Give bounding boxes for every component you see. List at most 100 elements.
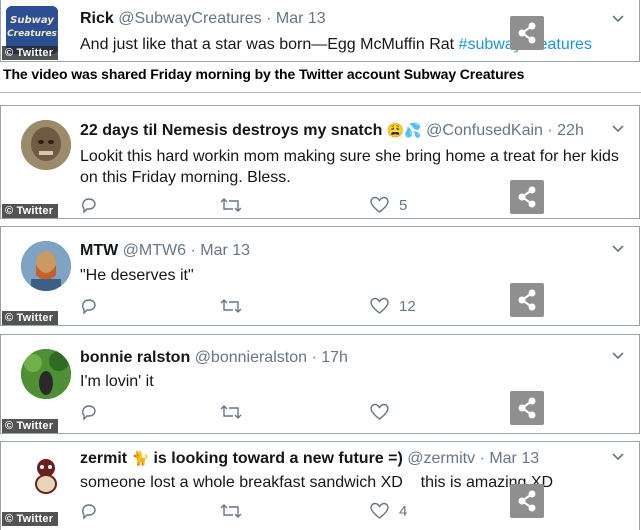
tweet-actions	[80, 401, 440, 423]
tweet-card-bonnieralston[interactable]: bonnie ralston @bonnieralston · 17h I'm …	[0, 334, 640, 434]
like-button[interactable]: 5	[370, 194, 407, 216]
tweet-actions: 5	[80, 194, 440, 216]
reply-icon	[82, 198, 96, 214]
reply-button[interactable]	[80, 401, 108, 423]
separator: ·	[190, 242, 196, 259]
tweet-text: Lookit this hard workin mom making sure …	[80, 148, 619, 186]
tweet-text: I'm lovin' it	[80, 373, 154, 390]
share-icon	[518, 490, 536, 512]
timestamp[interactable]: Mar 13	[276, 10, 326, 27]
retweet-button[interactable]	[220, 401, 252, 423]
bonnie-avatar-icon	[21, 349, 71, 399]
heart-icon	[370, 297, 389, 314]
display-name[interactable]: bonnie ralston	[80, 349, 190, 366]
heart-icon	[370, 196, 389, 213]
tweet-actions: 4	[80, 500, 440, 522]
separator: ·	[479, 450, 485, 467]
watermark: © Twitter	[2, 46, 59, 60]
reply-icon	[82, 299, 96, 315]
like-button[interactable]	[370, 401, 399, 423]
retweet-button[interactable]	[220, 194, 252, 216]
share-icon	[518, 186, 536, 208]
tweet-card-rick[interactable]: Subway Creatures Rick @SubwayCreatures ·…	[0, 0, 640, 62]
name-emoji: 😩💦	[386, 122, 422, 138]
article-caption: The video was shared Friday morning by t…	[3, 66, 525, 82]
reply-icon	[82, 504, 96, 520]
avatar[interactable]	[21, 241, 71, 291]
timestamp[interactable]: Mar 13	[200, 242, 250, 259]
handle[interactable]: @SubwayCreatures	[118, 10, 261, 27]
reply-button[interactable]	[80, 500, 108, 522]
like-button[interactable]: 12	[370, 295, 416, 317]
tweet-header: bonnie ralston @bonnieralston · 17h	[80, 349, 348, 367]
chevron-down-icon[interactable]	[611, 349, 625, 363]
share-button[interactable]	[510, 484, 544, 518]
share-button[interactable]	[510, 16, 544, 50]
avatar[interactable]	[21, 450, 71, 500]
tweet-header: 22 days til Nemesis destroys my snatch 😩…	[80, 122, 584, 140]
share-icon	[518, 22, 536, 44]
tweet-text: someone lost a whole breakfast sandwich …	[80, 474, 554, 491]
divider	[0, 92, 641, 93]
like-count: 5	[399, 196, 408, 214]
watermark: © Twitter	[2, 311, 59, 325]
retweet-button[interactable]	[220, 295, 252, 317]
retweet-icon	[220, 405, 242, 419]
share-button[interactable]	[510, 180, 544, 214]
display-name[interactable]: zermit	[80, 450, 127, 467]
share-button[interactable]	[510, 391, 544, 425]
name-emoji: 🐈	[131, 450, 150, 466]
tweet-card-zermitv[interactable]: zermit 🐈 is looking toward a new future …	[0, 441, 640, 530]
separator: ·	[266, 10, 272, 27]
handle[interactable]: @ConfusedKain	[426, 122, 543, 139]
like-count: 4	[399, 502, 408, 520]
nemesis-avatar-icon	[21, 120, 71, 170]
chevron-down-icon[interactable]	[611, 122, 625, 136]
retweet-icon	[220, 299, 242, 313]
retweet-icon	[220, 198, 242, 212]
tweet-header: Rick @SubwayCreatures · Mar 13	[80, 10, 326, 28]
handle[interactable]: @bonnieralston	[195, 349, 307, 366]
watermark: © Twitter	[2, 419, 59, 433]
tweet-card-mtw[interactable]: MTW @MTW6 · Mar 13 "He deserves it" 12 ©…	[0, 226, 640, 326]
tweet-card-confusedkain[interactable]: 22 days til Nemesis destroys my snatch 😩…	[0, 105, 640, 219]
chevron-down-icon[interactable]	[611, 12, 625, 26]
heart-icon	[370, 403, 389, 420]
share-icon	[518, 289, 536, 311]
chevron-down-icon[interactable]	[611, 242, 625, 256]
display-name[interactable]: MTW	[80, 242, 118, 259]
svg-text:Subway: Subway	[10, 15, 54, 26]
reply-button[interactable]	[80, 295, 108, 317]
timestamp[interactable]: Mar 13	[489, 450, 539, 467]
zermit-avatar-icon	[21, 450, 71, 500]
svg-text:Creatures: Creatures	[7, 29, 57, 39]
tweet-actions: 12	[80, 295, 440, 317]
avatar[interactable]	[21, 349, 71, 399]
reply-icon	[82, 405, 96, 421]
like-count: 12	[399, 297, 416, 315]
separator: ·	[547, 122, 553, 139]
timestamp[interactable]: 17h	[321, 349, 348, 366]
retweet-button[interactable]	[220, 500, 252, 522]
display-name[interactable]: Rick	[80, 10, 114, 27]
separator: ·	[311, 349, 317, 366]
avatar[interactable]	[21, 120, 71, 170]
retweet-icon	[220, 504, 242, 518]
timestamp[interactable]: 22h	[557, 122, 584, 139]
watermark: © Twitter	[2, 512, 59, 526]
watermark: © Twitter	[2, 204, 59, 218]
share-icon	[518, 397, 536, 419]
tweet-text: "He deserves it"	[80, 267, 194, 284]
handle[interactable]: @zermitv	[407, 450, 475, 467]
reply-button[interactable]	[80, 194, 108, 216]
display-name-suffix[interactable]: is looking toward a new future =)	[149, 450, 402, 467]
chevron-down-icon[interactable]	[611, 450, 625, 464]
tweet-header: MTW @MTW6 · Mar 13	[80, 242, 250, 260]
van-gogh-avatar-icon	[21, 241, 71, 291]
like-button[interactable]: 4	[370, 500, 407, 522]
tweet-header: zermit 🐈 is looking toward a new future …	[80, 450, 539, 468]
heart-icon	[370, 502, 389, 519]
handle[interactable]: @MTW6	[123, 242, 186, 259]
display-name[interactable]: 22 days til Nemesis destroys my snatch	[80, 122, 382, 139]
share-button[interactable]	[510, 283, 544, 317]
